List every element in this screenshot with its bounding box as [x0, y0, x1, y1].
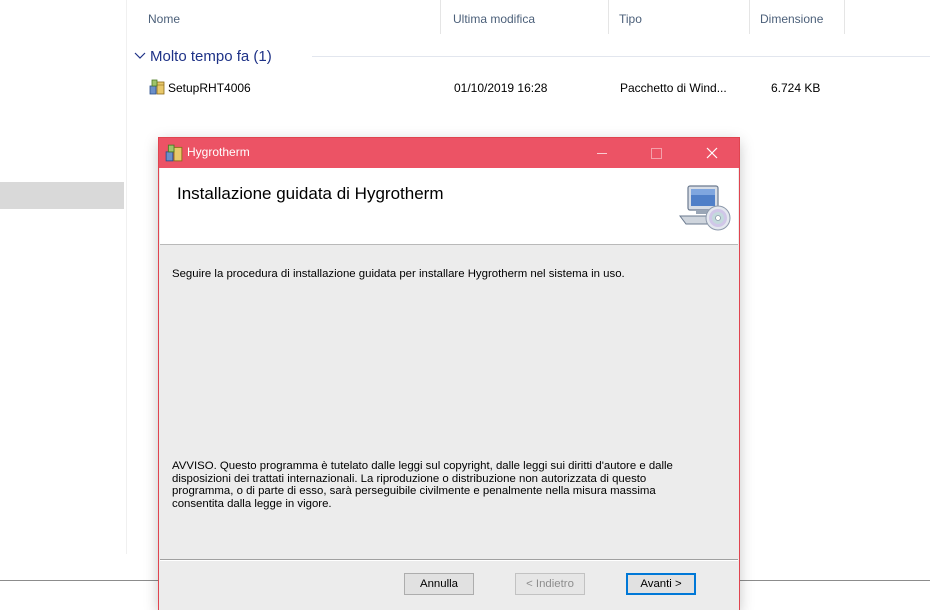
nav-pane-selected-item[interactable] [0, 182, 124, 209]
installer-package-icon [149, 79, 165, 95]
maximize-icon [650, 147, 662, 159]
installer-package-icon [165, 144, 183, 162]
chevron-down-icon[interactable] [134, 49, 148, 63]
setup-wizard-dialog: Hygrotherm Installazione guidata di Hygr… [159, 138, 739, 610]
close-icon [706, 147, 718, 159]
column-header-modified-label: Ultima modifica [453, 12, 536, 26]
cancel-button[interactable]: Annulla [404, 573, 474, 595]
column-header-name[interactable]: Nome [134, 0, 440, 34]
copyright-warning-line: consentita dalla legge in vigore. [172, 497, 332, 510]
group-title: Molto tempo fa (1) [150, 47, 272, 65]
column-header-size-label: Dimensione [760, 12, 824, 26]
footer-divider-highlight [160, 560, 738, 561]
group-header[interactable]: Molto tempo fa (1) [134, 44, 272, 68]
back-button[interactable]: < Indietro [515, 573, 585, 595]
column-separator[interactable] [844, 0, 845, 34]
column-header-modified[interactable]: Ultima modifica [441, 0, 608, 34]
close-button[interactable] [689, 138, 735, 168]
file-name: SetupRHT4006 [168, 81, 251, 95]
column-header-size[interactable]: Dimensione [750, 0, 844, 34]
file-row[interactable]: SetupRHT4006 01/10/2019 16:28 Pacchetto … [146, 76, 930, 100]
group-divider [312, 56, 930, 57]
maximize-button[interactable] [633, 138, 679, 168]
copyright-warning-line: disposizioni dei trattati internazionali… [172, 472, 647, 485]
dialog-title: Hygrotherm [187, 145, 250, 159]
column-header-type[interactable]: Tipo [609, 0, 749, 34]
copyright-warning-line: AVVISO. Questo programma è tutelato dall… [172, 460, 673, 472]
copyright-warning-line: programma, o di parte di esso, sarà pers… [172, 485, 656, 497]
computer-cd-icon [679, 185, 731, 231]
navigation-pane [0, 0, 127, 554]
copyright-warning: AVVISO. Questo programma è tutelato dall… [172, 460, 732, 510]
file-type: Pacchetto di Wind... [620, 81, 727, 95]
file-modified: 01/10/2019 16:28 [454, 81, 548, 95]
wizard-banner: Installazione guidata di Hygrotherm [160, 168, 738, 245]
column-header-name-label: Nome [148, 12, 181, 26]
wizard-intro-text: Seguire la procedura di installazione gu… [172, 268, 625, 280]
file-size: 6.724 KB [771, 81, 821, 95]
column-header-type-label: Tipo [619, 12, 642, 26]
dialog-titlebar[interactable]: Hygrotherm [159, 138, 739, 168]
minimize-icon [597, 152, 607, 154]
next-button[interactable]: Avanti > [626, 573, 696, 595]
minimize-button[interactable] [579, 138, 625, 168]
wizard-banner-title: Installazione guidata di Hygrotherm [177, 184, 444, 203]
